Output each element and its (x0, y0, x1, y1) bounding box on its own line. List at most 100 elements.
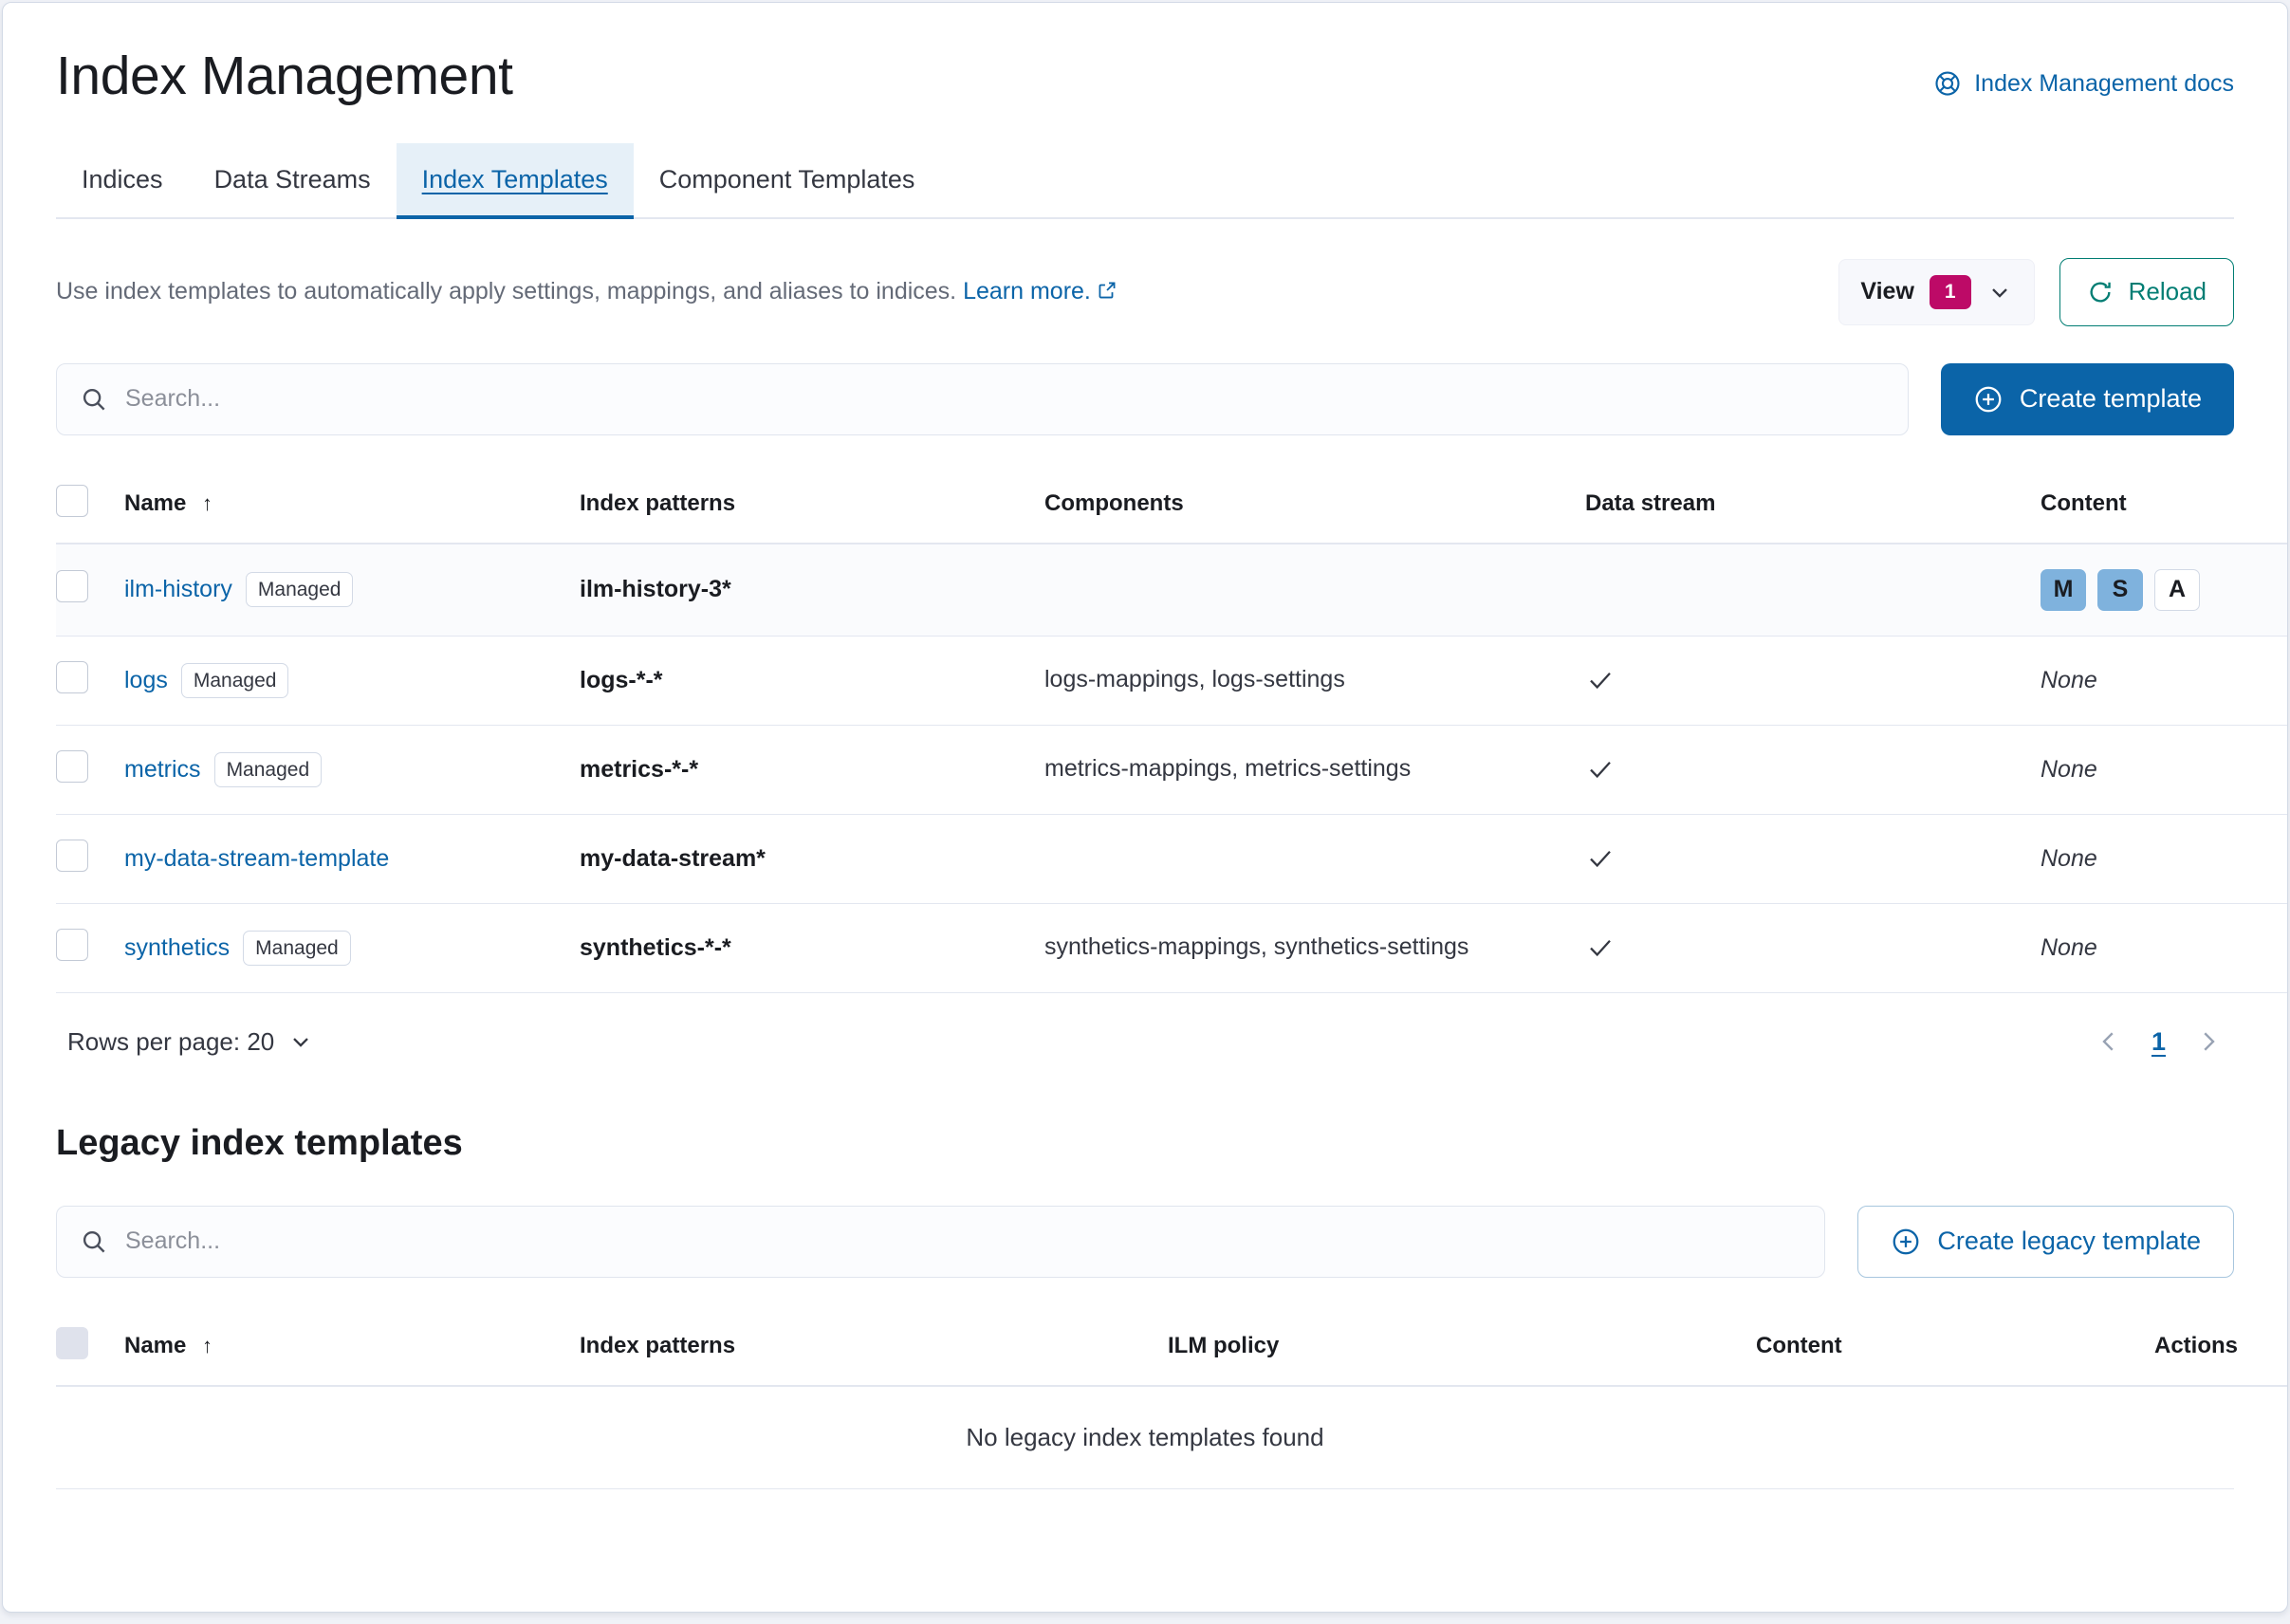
tab-data-streams-label: Data Streams (213, 165, 371, 194)
row-select-cell (56, 543, 124, 637)
create-template-button[interactable]: Create template (1940, 362, 2234, 435)
row-index-patterns-cell: metrics-*-* (580, 725, 1044, 815)
learn-more-link[interactable]: Learn more. (963, 278, 1091, 304)
column-header-name-label: Name (124, 490, 187, 517)
managed-badge: Managed (213, 751, 323, 787)
row-select-cell (56, 725, 124, 815)
tab-bar: Indices Data Streams Index Templates Com… (56, 142, 2234, 219)
legacy-select-all-checkbox (56, 1326, 88, 1359)
search-icon (80, 385, 108, 414)
legacy-table-header-row: Name ↑ Index patterns ILM policy Content (56, 1307, 2287, 1387)
tab-indices[interactable]: Indices (56, 143, 189, 217)
legacy-column-header-actions-label: Actions (2154, 1333, 2239, 1359)
tab-data-streams[interactable]: Data Streams (189, 143, 397, 217)
column-header-name[interactable]: Name ↑ (124, 465, 580, 544)
legacy-column-header-content-label: Content (1756, 1333, 1842, 1359)
legacy-column-header-ilm-policy[interactable]: ILM policy (1168, 1307, 1756, 1387)
description-text: Use index templates to automatically app… (56, 275, 1117, 308)
chevron-left-icon[interactable] (2095, 1027, 2123, 1056)
external-link-icon (1097, 280, 1117, 301)
row-checkbox[interactable] (56, 660, 88, 693)
row-index-patterns-cell: ilm-history-3* (580, 543, 1044, 637)
legacy-column-header-actions: Actions (2154, 1307, 2287, 1387)
select-all-header (56, 465, 124, 544)
tab-index-templates[interactable]: Index Templates (396, 142, 634, 219)
table-row: ilm-history Managed ilm-history-3* M S A (56, 543, 2287, 637)
rows-per-page-label: Rows per page: 20 (67, 1026, 275, 1056)
components-value: metrics-mappings, metrics-settings (1044, 755, 1412, 783)
content-value: None (2041, 844, 2097, 872)
content-badge-mappings[interactable]: M (2041, 568, 2086, 611)
search-field-wrapper[interactable] (56, 362, 1909, 435)
column-header-index-patterns[interactable]: Index patterns (580, 465, 1044, 544)
content-badge-aliases[interactable]: A (2154, 568, 2200, 611)
search-input[interactable] (57, 384, 1908, 415)
view-filter-button[interactable]: View 1 (1838, 258, 2035, 325)
row-components-cell (1044, 814, 1585, 904)
row-content-cell: None (2041, 636, 2287, 726)
row-name-cell: metrics Managed (124, 725, 580, 815)
legacy-search-row: Create legacy template (56, 1205, 2234, 1278)
index-management-panel: Index Management Index Management docs I… (2, 2, 2288, 1613)
index-pattern-value: synthetics-*-* (580, 933, 731, 961)
template-name-link[interactable]: my-data-stream-template (124, 845, 389, 873)
row-components-cell: logs-mappings, logs-settings (1044, 636, 1585, 726)
column-header-data-stream-label: Data stream (1585, 490, 1716, 517)
managed-badge: Managed (245, 572, 354, 608)
legacy-column-header-name[interactable]: Name ↑ (124, 1307, 580, 1387)
row-content-cell: M S A (2041, 543, 2287, 637)
select-all-checkbox[interactable] (56, 484, 88, 517)
check-icon (1585, 843, 2041, 874)
legacy-column-header-content[interactable]: Content (1756, 1307, 2154, 1387)
page-number-1[interactable]: 1 (2151, 1027, 2166, 1057)
column-header-data-stream[interactable]: Data stream (1585, 465, 2041, 544)
docs-link-label: Index Management docs (1974, 69, 2234, 97)
tab-indices-label: Indices (82, 165, 163, 194)
index-management-docs-link[interactable]: Index Management docs (1933, 69, 2234, 98)
legacy-column-header-index-patterns[interactable]: Index patterns (580, 1307, 1168, 1387)
row-select-cell (56, 814, 124, 904)
index-pattern-value: ilm-history-3* (580, 576, 731, 603)
tab-index-templates-label: Index Templates (421, 165, 608, 194)
row-content-cell: None (2041, 903, 2287, 993)
legacy-search-input[interactable] (57, 1227, 1825, 1257)
row-data-stream-cell (1585, 903, 2041, 993)
row-data-stream-cell (1585, 543, 2041, 637)
column-header-index-patterns-label: Index patterns (580, 490, 736, 517)
row-checkbox[interactable] (56, 928, 88, 961)
content-value: None (2041, 755, 2097, 783)
page-title: Index Management (56, 46, 513, 106)
row-checkbox[interactable] (56, 749, 88, 783)
content-value: None (2041, 933, 2097, 961)
row-checkbox[interactable] (56, 839, 88, 872)
chevron-down-icon (1986, 279, 2013, 305)
create-template-button-label: Create template (2019, 384, 2202, 414)
row-name-cell: ilm-history Managed (124, 543, 580, 637)
column-header-content-label: Content (2041, 490, 2127, 517)
template-name-link[interactable]: ilm-history (124, 576, 232, 603)
row-components-cell: synthetics-mappings, synthetics-settings (1044, 903, 1585, 993)
index-pattern-value: metrics-*-* (580, 755, 699, 783)
description-row: Use index templates to automatically app… (56, 257, 2234, 327)
chevron-right-icon[interactable] (2194, 1027, 2223, 1056)
template-name-link[interactable]: logs (124, 667, 168, 694)
content-badge-settings[interactable]: S (2097, 568, 2143, 611)
refresh-icon (2087, 279, 2114, 305)
template-name-link[interactable]: synthetics (124, 934, 230, 962)
view-filter-count-badge: 1 (1929, 274, 1971, 309)
legacy-empty-message: No legacy index templates found (56, 1387, 2234, 1489)
rows-per-page-selector[interactable]: Rows per page: 20 (67, 1027, 314, 1057)
reload-button[interactable]: Reload (2059, 257, 2234, 326)
components-value: synthetics-mappings, synthetics-settings (1044, 933, 1469, 961)
view-filter-label: View (1860, 278, 1914, 305)
column-header-content[interactable]: Content (2041, 465, 2287, 544)
check-icon (1585, 932, 2041, 963)
column-header-components[interactable]: Components (1044, 465, 1585, 544)
legacy-search-field-wrapper[interactable] (56, 1205, 1826, 1278)
row-data-stream-cell (1585, 725, 2041, 815)
create-legacy-template-button[interactable]: Create legacy template (1857, 1205, 2234, 1278)
template-name-link[interactable]: metrics (124, 756, 201, 784)
tab-component-templates[interactable]: Component Templates (634, 143, 941, 217)
row-checkbox[interactable] (56, 570, 88, 603)
create-legacy-template-button-label: Create legacy template (1937, 1227, 2201, 1256)
